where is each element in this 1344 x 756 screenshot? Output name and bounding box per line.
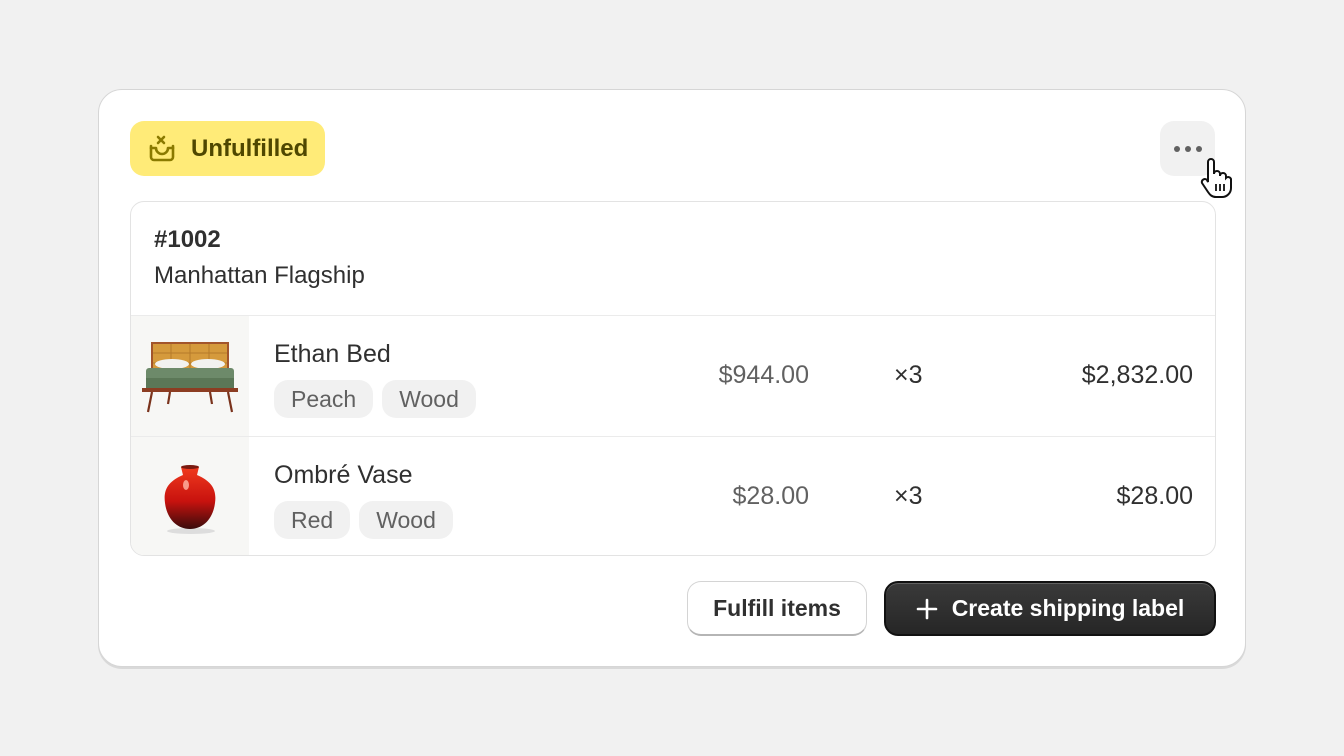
hand-pointer-cursor-icon xyxy=(1200,158,1232,198)
fulfill-items-button[interactable]: Fulfill items xyxy=(687,581,867,636)
unit-price: $944.00 xyxy=(718,361,809,389)
bed-image xyxy=(142,342,238,413)
line-total: $28.00 xyxy=(1116,482,1193,510)
order-header: #1002 Manhattan Flagship xyxy=(131,202,1215,316)
quantity: ×3 xyxy=(894,482,923,510)
variant-tag: Wood xyxy=(382,380,476,418)
product-name[interactable]: Ethan Bed xyxy=(274,338,659,370)
variant-tag: Peach xyxy=(274,380,374,418)
line-total: $2,832.00 xyxy=(1081,361,1193,389)
line-item: Ombré Vase Red Wood $28.00 ×3 $28.00 xyxy=(131,436,1215,555)
status-badge: Unfulfilled xyxy=(130,121,326,176)
quantity: ×3 xyxy=(894,361,923,389)
plus-icon xyxy=(916,598,938,620)
order-panel: #1002 Manhattan Flagship Ethan Bed Peach… xyxy=(130,201,1216,556)
create-shipping-label-button[interactable]: Create shipping label xyxy=(884,581,1216,636)
fulfillment-card: Unfulfilled #1002 Manhattan Flagship Eth… xyxy=(98,89,1246,667)
unit-price: $28.00 xyxy=(732,482,809,510)
line-item: Ethan Bed Peach Wood $944.00 ×3 $2,832.0… xyxy=(131,316,1215,436)
order-number: #1002 xyxy=(154,226,221,253)
create-shipping-label-text: Create shipping label xyxy=(951,595,1185,621)
ellipsis-dot xyxy=(1195,145,1202,152)
vase-image xyxy=(164,464,216,534)
variant-tag: Wood xyxy=(359,501,453,539)
product-name[interactable]: Ombré Vase xyxy=(274,459,659,491)
product-thumbnail xyxy=(131,316,249,436)
product-thumbnail xyxy=(131,437,249,555)
package-x-icon xyxy=(147,134,177,164)
order-location: Manhattan Flagship xyxy=(154,262,365,289)
ellipsis-dot xyxy=(1184,145,1191,152)
status-label: Unfulfilled xyxy=(191,134,309,162)
variant-tag: Red xyxy=(274,501,351,539)
ellipsis-horizontal-icon xyxy=(1173,145,1180,152)
